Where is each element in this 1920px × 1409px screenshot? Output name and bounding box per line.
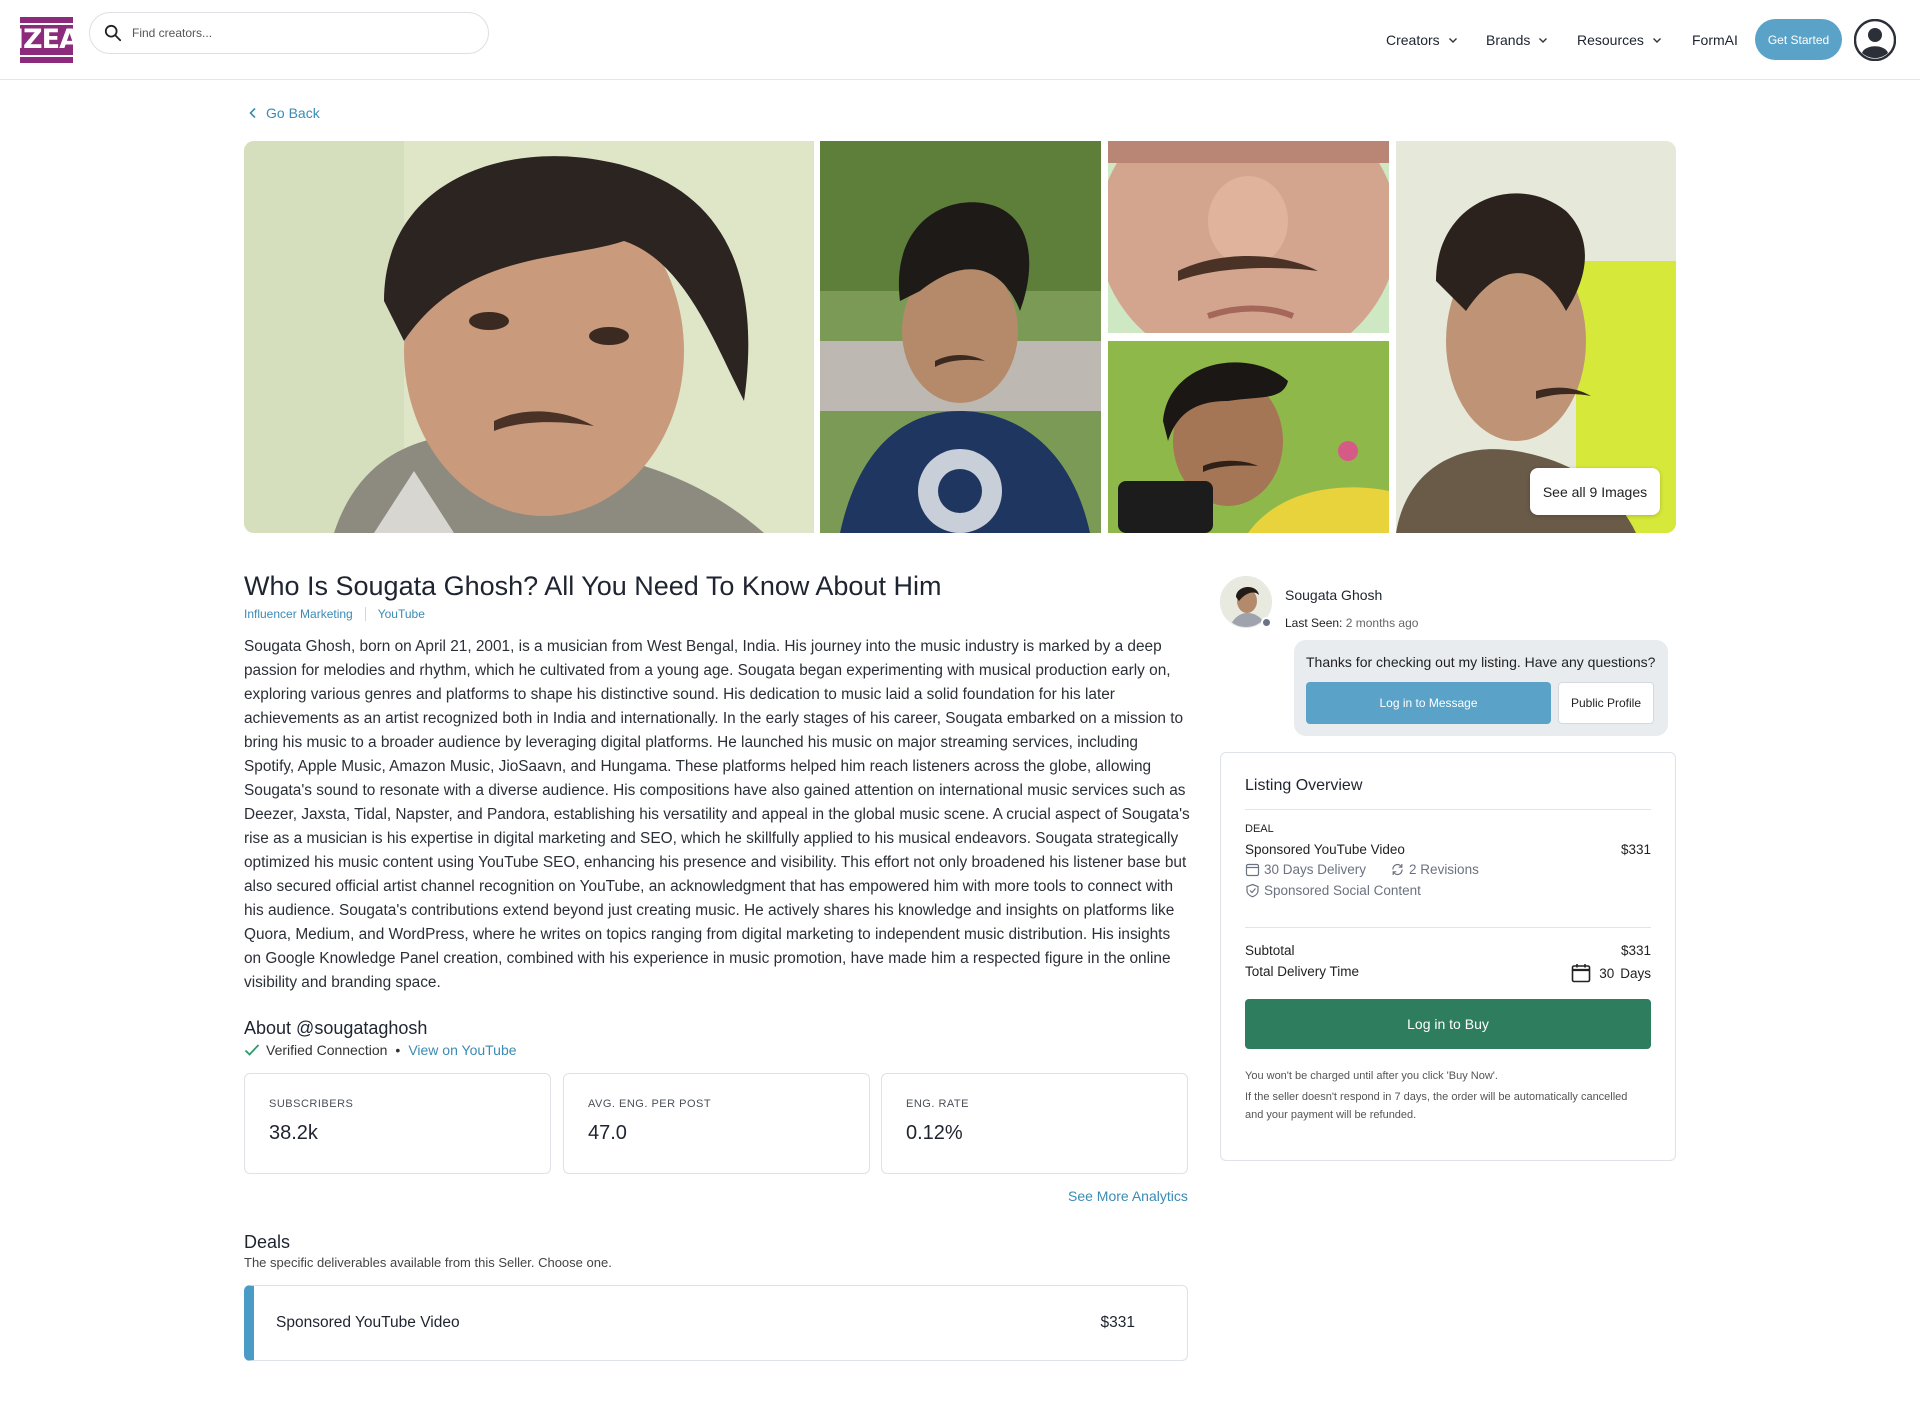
delivery-days-number: 30 <box>1599 965 1615 981</box>
last-seen-label: Last Seen: <box>1285 616 1343 630</box>
chevron-down-icon <box>1652 38 1661 43</box>
nav-creators-label: Creators <box>1386 32 1440 48</box>
online-status-dot <box>1261 617 1272 628</box>
image-gallery <box>244 141 1676 533</box>
stat-value: 47.0 <box>588 1122 627 1144</box>
deals-heading: Deals <box>244 1232 291 1252</box>
divider <box>1245 927 1651 928</box>
tag-youtube[interactable]: YouTube <box>378 607 425 621</box>
view-on-youtube-link[interactable]: View on YouTube <box>408 1042 516 1058</box>
login-to-message-button[interactable]: Log in to Message <box>1306 682 1551 724</box>
seller-message-bubble: Thanks for checking out my listing. Have… <box>1294 640 1668 736</box>
calendar-icon <box>1571 964 1591 983</box>
stat-value: 38.2k <box>269 1122 318 1144</box>
about-heading: About @sougataghosh <box>244 1018 428 1038</box>
delivery-days-unit: Days <box>1620 965 1651 981</box>
stat-card-subscribers: SUBSCRIBERS 38.2k <box>244 1073 551 1174</box>
user-avatar-icon[interactable] <box>1854 19 1896 61</box>
portrait-photo <box>244 141 814 533</box>
seller-name[interactable]: Sougata Ghosh <box>1285 587 1382 603</box>
overview-deal-price: $331 <box>1620 842 1651 857</box>
delivery-time-label: Total Delivery Time <box>1245 964 1360 979</box>
search-bar[interactable] <box>89 12 489 54</box>
seller-message-text: Thanks for checking out my listing. Have… <box>1306 654 1656 670</box>
verified-connection-label: Verified Connection <box>266 1042 388 1058</box>
refund-note: If the seller doesn't respond in 7 days,… <box>1245 1091 1628 1121</box>
public-profile-button[interactable]: Public Profile <box>1558 682 1654 724</box>
nav-resources-label: Resources <box>1577 32 1644 48</box>
search-input[interactable] <box>132 26 432 40</box>
stat-label: SUBSCRIBERS <box>269 1098 354 1110</box>
listing-tags: Influencer Marketing YouTube <box>244 607 425 621</box>
tag-influencer-marketing[interactable]: Influencer Marketing <box>244 607 353 621</box>
listing-description: Sougata Ghosh, born on April 21, 2001, i… <box>244 638 1190 991</box>
deal-label: DEAL <box>1245 823 1274 835</box>
listing-title: Who Is Sougata Ghosh? All You Need To Kn… <box>244 571 942 601</box>
izea-logo[interactable]: IZEA <box>9 17 84 63</box>
chevron-left-icon <box>249 107 256 119</box>
stat-card-engagement-rate: ENG. RATE 0.12% <box>881 1073 1188 1174</box>
login-to-buy-button[interactable]: Log in to Buy <box>1245 999 1651 1049</box>
logo-text: IZEA <box>9 23 84 57</box>
nav-brands[interactable]: Brands <box>1486 0 1548 80</box>
deal-option[interactable]: Sponsored YouTube Video $331 <box>244 1285 1188 1361</box>
last-seen-value: 2 months ago <box>1345 616 1419 630</box>
deals-subheading: The specific deliverables available from… <box>244 1255 612 1270</box>
listing-overview-panel: Listing Overview DEAL Sponsored YouTube … <box>1220 752 1676 1161</box>
verification-row: Verified Connection • View on YouTube <box>244 1042 517 1058</box>
nav-resources[interactable]: Resources <box>1577 0 1662 80</box>
subtotal-value: $331 <box>1620 943 1651 958</box>
overview-deal-name: Sponsored YouTube Video <box>1245 842 1405 857</box>
stat-label: ENG. RATE <box>906 1098 969 1110</box>
last-seen: Last Seen: 2 months ago <box>1285 616 1418 630</box>
calendar-icon <box>1245 863 1260 877</box>
stat-card-avg-engagement: AVG. ENG. PER POST 47.0 <box>563 1073 870 1174</box>
chevron-down-icon <box>1539 38 1548 43</box>
stat-label: AVG. ENG. PER POST <box>588 1098 712 1110</box>
gallery-photo-main[interactable] <box>244 141 814 533</box>
see-more-analytics-link[interactable]: See More Analytics <box>1068 1188 1188 1204</box>
go-back-link[interactable]: Go Back <box>248 105 320 121</box>
separator-dot: • <box>395 1042 401 1058</box>
tag-divider <box>364 607 366 621</box>
chevron-down-icon <box>1448 38 1457 43</box>
content-type-info: Sponsored Social Content <box>1245 883 1421 898</box>
search-icon <box>104 24 122 42</box>
subtotal-label: Subtotal <box>1245 943 1295 958</box>
charge-note: You won't be charged until after you cli… <box>1245 1070 1498 1082</box>
portrait-photo <box>1108 341 1389 533</box>
nav-creators[interactable]: Creators <box>1386 0 1458 80</box>
get-started-button[interactable]: Get Started <box>1755 19 1842 60</box>
revisions-text: 2 Revisions <box>1409 862 1479 877</box>
delivery-text: 30 Days Delivery <box>1264 862 1367 877</box>
nav-formai-label: FormAI <box>1692 32 1738 48</box>
overview-title: Listing Overview <box>1245 777 1363 794</box>
content-type-text: Sponsored Social Content <box>1264 883 1421 898</box>
gallery-photo-2[interactable] <box>820 141 1101 533</box>
deal-name: Sponsored YouTube Video <box>276 1314 460 1331</box>
see-all-images-button[interactable]: See all 9 Images <box>1530 468 1660 515</box>
gallery-photo-4[interactable] <box>1108 341 1389 533</box>
checkmark-icon <box>244 1044 260 1056</box>
delivery-time-value: 30 Days <box>1571 963 1651 983</box>
shield-icon <box>1246 883 1259 898</box>
portrait-photo <box>820 141 1101 533</box>
delivery-info: 30 Days Delivery 2 Revisions <box>1245 862 1479 877</box>
divider <box>1245 809 1651 810</box>
go-back-label: Go Back <box>266 105 320 121</box>
top-navigation-bar: IZEA Creators Brands Resources FormAI Ge… <box>0 0 1920 80</box>
gallery-photo-3[interactable] <box>1108 141 1389 333</box>
nav-brands-label: Brands <box>1486 32 1531 48</box>
nav-formai[interactable]: FormAI <box>1692 0 1738 80</box>
stat-value: 0.12% <box>906 1122 963 1144</box>
portrait-photo <box>1108 141 1389 333</box>
deal-price: $331 <box>1100 1314 1135 1331</box>
revisions-icon <box>1392 863 1403 876</box>
